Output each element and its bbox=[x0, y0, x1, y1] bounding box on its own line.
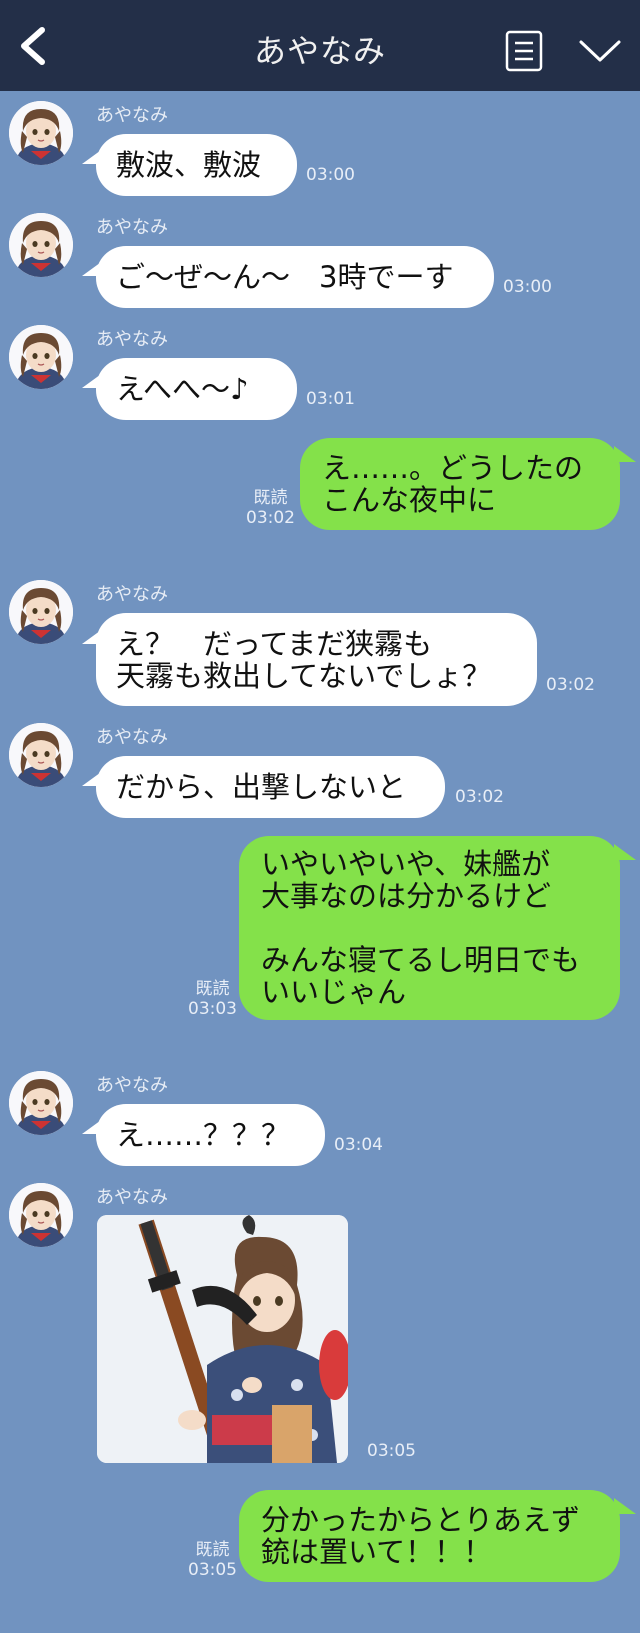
message-bubble-incoming[interactable]: ご〜ぜ〜ん〜 3時でーす bbox=[96, 246, 494, 308]
bubble-tail bbox=[614, 1498, 636, 1514]
sender-name: あやなみ bbox=[96, 1075, 168, 1096]
sender-avatar[interactable] bbox=[9, 325, 73, 389]
avatar-image bbox=[9, 101, 73, 165]
sender-name: あやなみ bbox=[96, 584, 168, 605]
read-receipt: 既読 03:05 bbox=[188, 1540, 237, 1580]
sender-avatar[interactable] bbox=[9, 213, 73, 277]
sender-avatar[interactable] bbox=[9, 723, 73, 787]
chevron-down-icon[interactable] bbox=[578, 36, 622, 66]
bubble-tail bbox=[614, 446, 636, 462]
avatar-image bbox=[9, 723, 73, 787]
chat-header: あやなみ bbox=[0, 0, 640, 91]
avatar-image bbox=[9, 1071, 73, 1135]
message-time: 03:02 bbox=[455, 787, 504, 807]
sender-avatar[interactable] bbox=[9, 1071, 73, 1135]
message-bubble-incoming[interactable]: え？ だってまだ狭霧も 天霧も救出してないでしょ？ bbox=[96, 613, 537, 706]
avatar-image bbox=[9, 213, 73, 277]
sender-name: あやなみ bbox=[96, 105, 168, 126]
read-label: 既読 bbox=[195, 979, 230, 999]
list-menu-icon[interactable] bbox=[505, 30, 543, 72]
avatar-image bbox=[9, 325, 73, 389]
girl-with-rifle-image bbox=[97, 1215, 348, 1463]
message-image[interactable] bbox=[97, 1215, 348, 1463]
message-bubble-incoming[interactable]: え……？？？ bbox=[96, 1104, 325, 1166]
read-receipt: 既読 03:03 bbox=[188, 979, 237, 1019]
message-bubble-outgoing[interactable]: いやいやいや、妹艦が 大事なのは分かるけど みんな寝てるし明日でも いいじゃん bbox=[239, 836, 620, 1020]
read-receipt: 既読 03:02 bbox=[246, 488, 295, 528]
chat-title: あやなみ bbox=[253, 32, 386, 70]
message-bubble-incoming[interactable]: えへへ〜♪ bbox=[96, 358, 297, 420]
message-time: 03:03 bbox=[188, 999, 237, 1019]
read-label: 既読 bbox=[195, 1540, 230, 1560]
sender-name: あやなみ bbox=[96, 727, 168, 748]
sender-avatar[interactable] bbox=[9, 1183, 73, 1247]
message-time: 03:05 bbox=[367, 1441, 416, 1461]
message-time: 03:02 bbox=[246, 508, 295, 528]
message-bubble-outgoing[interactable]: え……。どうしたの こんな夜中に bbox=[300, 438, 620, 530]
message-time: 03:00 bbox=[306, 165, 355, 185]
message-time: 03:04 bbox=[334, 1135, 383, 1155]
read-label: 既読 bbox=[253, 488, 288, 508]
sender-avatar[interactable] bbox=[9, 580, 73, 644]
message-time: 03:02 bbox=[546, 675, 595, 695]
message-bubble-outgoing[interactable]: 分かったからとりあえず 銃は置いて！！！ bbox=[239, 1490, 620, 1582]
message-bubble-incoming[interactable]: だから、出撃しないと bbox=[96, 756, 445, 818]
sender-avatar[interactable] bbox=[9, 101, 73, 165]
avatar-image bbox=[9, 1183, 73, 1247]
avatar-image bbox=[9, 580, 73, 644]
message-time: 03:05 bbox=[188, 1560, 237, 1580]
sender-name: あやなみ bbox=[96, 329, 168, 350]
message-bubble-incoming[interactable]: 敷波、敷波 bbox=[96, 134, 297, 196]
message-time: 03:01 bbox=[306, 389, 355, 409]
sender-name: あやなみ bbox=[96, 1187, 168, 1208]
bubble-tail bbox=[614, 844, 636, 860]
message-time: 03:00 bbox=[503, 277, 552, 297]
sender-name: あやなみ bbox=[96, 217, 168, 238]
